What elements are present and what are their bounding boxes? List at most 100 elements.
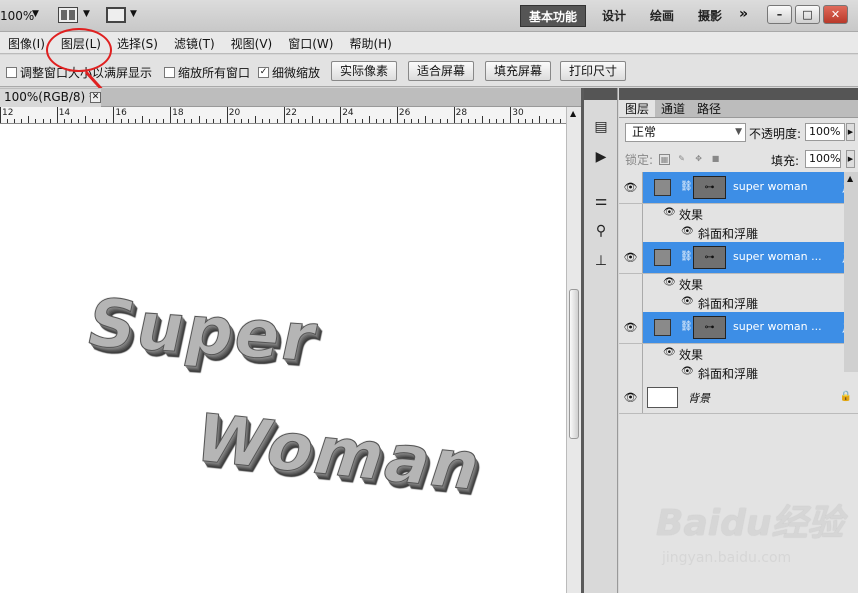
- link-chain-icon[interactable]: ⛓: [680, 181, 693, 192]
- maximize-icon[interactable]: □: [795, 5, 820, 24]
- window-controls: – □ ✕: [767, 5, 848, 24]
- tab-paths[interactable]: 路径: [691, 100, 727, 117]
- actual-pixels-button[interactable]: 实际像素: [331, 61, 398, 81]
- workspace-essentials[interactable]: 基本功能: [520, 5, 587, 27]
- scrollbar-thumb[interactable]: [569, 289, 579, 439]
- menu-help[interactable]: 帮助(H): [341, 32, 399, 53]
- effect-item-row[interactable]: 👁 斜面和浮雕: [619, 293, 858, 312]
- scroll-up-icon[interactable]: ▲: [570, 109, 576, 118]
- lock-pixels-icon[interactable]: ✎: [676, 154, 687, 165]
- fit-screen-button[interactable]: 适合屏幕: [408, 61, 475, 81]
- layer-mask-thumbnail[interactable]: ⊶: [693, 316, 726, 339]
- lock-position-icon[interactable]: ✥: [693, 154, 704, 165]
- fill-input[interactable]: 100%: [805, 150, 841, 168]
- blend-mode-select[interactable]: 正常 ▼: [625, 123, 746, 142]
- workspace-photography[interactable]: 摄影: [690, 5, 730, 27]
- menu-view[interactable]: 视图(V): [223, 32, 281, 53]
- scrubby-zoom-label: 细微缩放: [272, 66, 321, 80]
- effects-row[interactable]: 👁 效果: [619, 204, 858, 223]
- menu-select[interactable]: 选择(S): [109, 32, 166, 53]
- visibility-eye-icon[interactable]: 👁: [619, 172, 643, 203]
- zoom-dropdown-icon[interactable]: ▼: [32, 9, 39, 19]
- print-size-button[interactable]: 打印尺寸: [560, 61, 627, 81]
- workspace-painting[interactable]: 绘画: [642, 5, 682, 27]
- fill-stepper-icon[interactable]: ▶: [846, 150, 855, 168]
- effects-visibility-eye[interactable]: [619, 204, 643, 223]
- effects-row[interactable]: 👁 效果: [619, 344, 858, 363]
- layer-row[interactable]: 👁 ⛓ ⊶ super woman ... fx: [619, 242, 858, 274]
- checkbox-unchecked-icon[interactable]: [6, 67, 17, 78]
- more-workspaces-icon[interactable]: »: [739, 6, 748, 22]
- layer-mask-thumbnail[interactable]: ⊶: [693, 246, 726, 269]
- fill-screen-button[interactable]: 填充屏幕: [485, 61, 552, 81]
- application-bar: 100% ▼ ▼ ▼ 基本功能 设计 绘画 摄影 » – □ ✕: [0, 0, 858, 32]
- ruler-tick: [531, 119, 533, 123]
- layers-scrollbar[interactable]: ▲: [844, 172, 858, 372]
- effects-visibility-eye[interactable]: [619, 274, 643, 293]
- opacity-stepper-icon[interactable]: ▶: [846, 123, 855, 141]
- history-panel-icon[interactable]: ▤: [591, 118, 611, 136]
- actions-panel-icon[interactable]: ▶: [591, 148, 611, 166]
- horizontal-ruler[interactable]: 12 14 16 18 20 22 24 26 28 30: [0, 107, 566, 124]
- effects-visibility-eye[interactable]: [619, 344, 643, 363]
- effects-eye-icon[interactable]: 👁: [663, 207, 676, 218]
- tab-layers[interactable]: 图层: [619, 100, 656, 117]
- link-chain-icon[interactable]: ⛓: [680, 251, 693, 262]
- brush-presets-icon[interactable]: ⚌: [591, 192, 611, 210]
- opacity-input[interactable]: 100%: [805, 123, 845, 141]
- effects-row[interactable]: 👁 效果: [619, 274, 858, 293]
- panel-header[interactable]: [619, 88, 858, 100]
- effect-visibility-eye[interactable]: [619, 293, 643, 312]
- minimize-icon[interactable]: –: [767, 5, 792, 24]
- strip-header[interactable]: [584, 88, 617, 100]
- tool-presets-icon[interactable]: ⊥: [591, 252, 611, 270]
- screen-mode-dropdown-icon[interactable]: ▼: [130, 9, 137, 19]
- lock-transparency-icon[interactable]: ▦: [659, 153, 671, 165]
- canvas-vertical-scrollbar[interactable]: ▲: [566, 107, 581, 593]
- effect-visibility-eye[interactable]: [619, 223, 643, 242]
- ruler-tick: [219, 119, 221, 123]
- checkbox-unchecked-icon[interactable]: [164, 67, 175, 78]
- effect-visibility-eye[interactable]: [619, 363, 643, 382]
- visibility-eye-icon[interactable]: 👁: [619, 242, 643, 273]
- link-chain-icon[interactable]: ⛓: [680, 321, 693, 332]
- layer-row[interactable]: 👁 ⛓ ⊶ super woman fx: [619, 172, 858, 204]
- layer-body[interactable]: ⛓ ⊶ super woman ... fx: [643, 242, 855, 273]
- workspace-design[interactable]: 设计: [594, 5, 634, 27]
- checkbox-checked-icon[interactable]: ✓: [258, 67, 269, 78]
- arrange-documents-icon[interactable]: [58, 7, 78, 23]
- ruler-tick: [361, 119, 363, 123]
- visibility-eye-icon[interactable]: 👁: [619, 382, 643, 413]
- menu-image[interactable]: 图像(I): [0, 32, 53, 53]
- effects-eye-icon[interactable]: 👁: [663, 347, 676, 358]
- background-layer-row[interactable]: 👁 背景 🔒: [619, 382, 858, 414]
- document-canvas[interactable]: Super Woman: [0, 124, 566, 593]
- clone-source-icon[interactable]: ⚲: [591, 222, 611, 240]
- effect-item-row[interactable]: 👁 斜面和浮雕: [619, 223, 858, 242]
- tab-channels[interactable]: 通道: [655, 100, 691, 117]
- lock-all-icon[interactable]: ■: [710, 154, 721, 165]
- effects-eye-icon[interactable]: 👁: [663, 277, 676, 288]
- effect-item-row[interactable]: 👁 斜面和浮雕: [619, 363, 858, 382]
- layer-body[interactable]: ⛓ ⊶ super woman ... fx: [643, 312, 855, 343]
- effect-eye-icon[interactable]: 👁: [681, 296, 694, 307]
- arrange-dropdown-icon[interactable]: ▼: [83, 9, 90, 19]
- layer-row[interactable]: 👁 ⛓ ⊶ super woman ... fx: [619, 312, 858, 344]
- scroll-up-icon[interactable]: ▲: [847, 174, 853, 183]
- scrubby-zoom-checkbox[interactable]: ✓ 细微缩放: [258, 64, 320, 81]
- layer-mask-thumbnail[interactable]: ⊶: [693, 176, 726, 199]
- effect-eye-icon[interactable]: 👁: [681, 366, 694, 377]
- close-tab-icon[interactable]: ✕: [90, 92, 101, 103]
- menu-filter[interactable]: 滤镜(T): [166, 32, 223, 53]
- effect-eye-icon[interactable]: 👁: [681, 226, 694, 237]
- ruler-tick: [155, 119, 157, 123]
- close-icon[interactable]: ✕: [823, 5, 848, 24]
- layer-body[interactable]: ⛓ ⊶ super woman fx: [643, 172, 855, 203]
- zoom-level[interactable]: 100%: [0, 9, 34, 23]
- visibility-eye-icon[interactable]: 👁: [619, 312, 643, 343]
- document-tab[interactable]: 100%(RGB/8) *: [0, 89, 102, 107]
- layer-body[interactable]: 背景 🔒: [643, 382, 858, 413]
- menu-window[interactable]: 窗口(W): [280, 32, 341, 53]
- zoom-all-windows-checkbox[interactable]: 缩放所有窗口: [164, 64, 250, 81]
- screen-mode-icon[interactable]: [106, 7, 126, 23]
